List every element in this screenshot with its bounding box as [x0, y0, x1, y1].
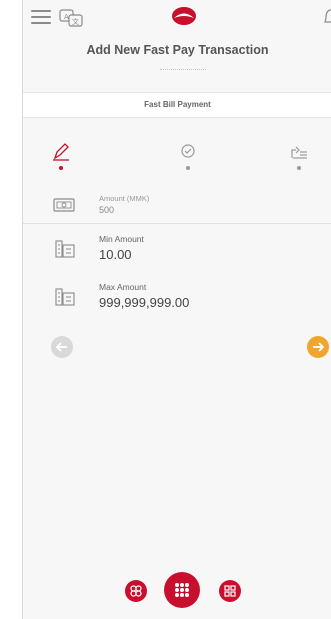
amount-label: Amount (MMK) — [99, 194, 150, 203]
bottom-navigation — [23, 568, 331, 619]
hamburger-menu-icon[interactable] — [31, 10, 51, 24]
step-confirm — [176, 140, 200, 176]
min-amount-value: 10.00 — [99, 247, 132, 262]
page-title: Add New Fast Pay Transaction — [86, 43, 269, 57]
min-amount-label: Min Amount — [99, 234, 144, 244]
arrow-left-icon — [55, 342, 67, 352]
apps-button[interactable] — [125, 580, 147, 602]
apps-icon — [130, 585, 142, 597]
max-amount-value: 999,999,999.00 — [99, 295, 190, 310]
step-complete — [287, 140, 311, 176]
sub-header-label: Fast Bill Payment — [144, 100, 211, 109]
pencil-icon — [53, 143, 69, 161]
step-dot — [297, 166, 301, 170]
step-indicator — [23, 140, 331, 176]
sub-header: Fast Bill Payment — [23, 92, 331, 118]
bank-building-icon — [55, 237, 75, 259]
min-amount-row: Min Amount 10.00 — [23, 230, 331, 270]
share-icon — [291, 146, 307, 159]
check-circle-icon — [181, 144, 195, 158]
next-button[interactable] — [307, 336, 329, 358]
step-dot-active — [59, 166, 63, 170]
notification-bell-icon[interactable] — [324, 8, 331, 26]
max-amount-label: Max Amount — [99, 282, 147, 292]
amount-input[interactable]: 500 — [99, 205, 114, 215]
step-dot — [186, 166, 190, 170]
svg-text:A: A — [64, 13, 69, 21]
bank-building-icon — [55, 285, 75, 307]
back-button[interactable] — [51, 336, 73, 358]
grid-icon — [175, 583, 189, 597]
arrow-right-icon — [313, 342, 325, 352]
language-switch-icon[interactable]: A 文 — [59, 8, 85, 28]
svg-text:文: 文 — [72, 17, 79, 26]
services-icon — [224, 585, 236, 597]
money-icon — [53, 197, 75, 213]
step-edit — [49, 140, 73, 176]
max-amount-row: Max Amount 999,999,999.00 — [23, 278, 331, 318]
title-divider — [160, 69, 206, 70]
app-frame: A 文 Add New Fast Pay Transaction Fast Bi… — [22, 0, 331, 619]
top-bar: A 文 Add New Fast Pay Transaction — [23, 0, 331, 92]
home-menu-button[interactable] — [164, 572, 200, 608]
services-button[interactable] — [219, 580, 241, 602]
bank-logo — [171, 6, 197, 26]
amount-field[interactable]: Amount (MMK) 500 — [23, 186, 331, 224]
